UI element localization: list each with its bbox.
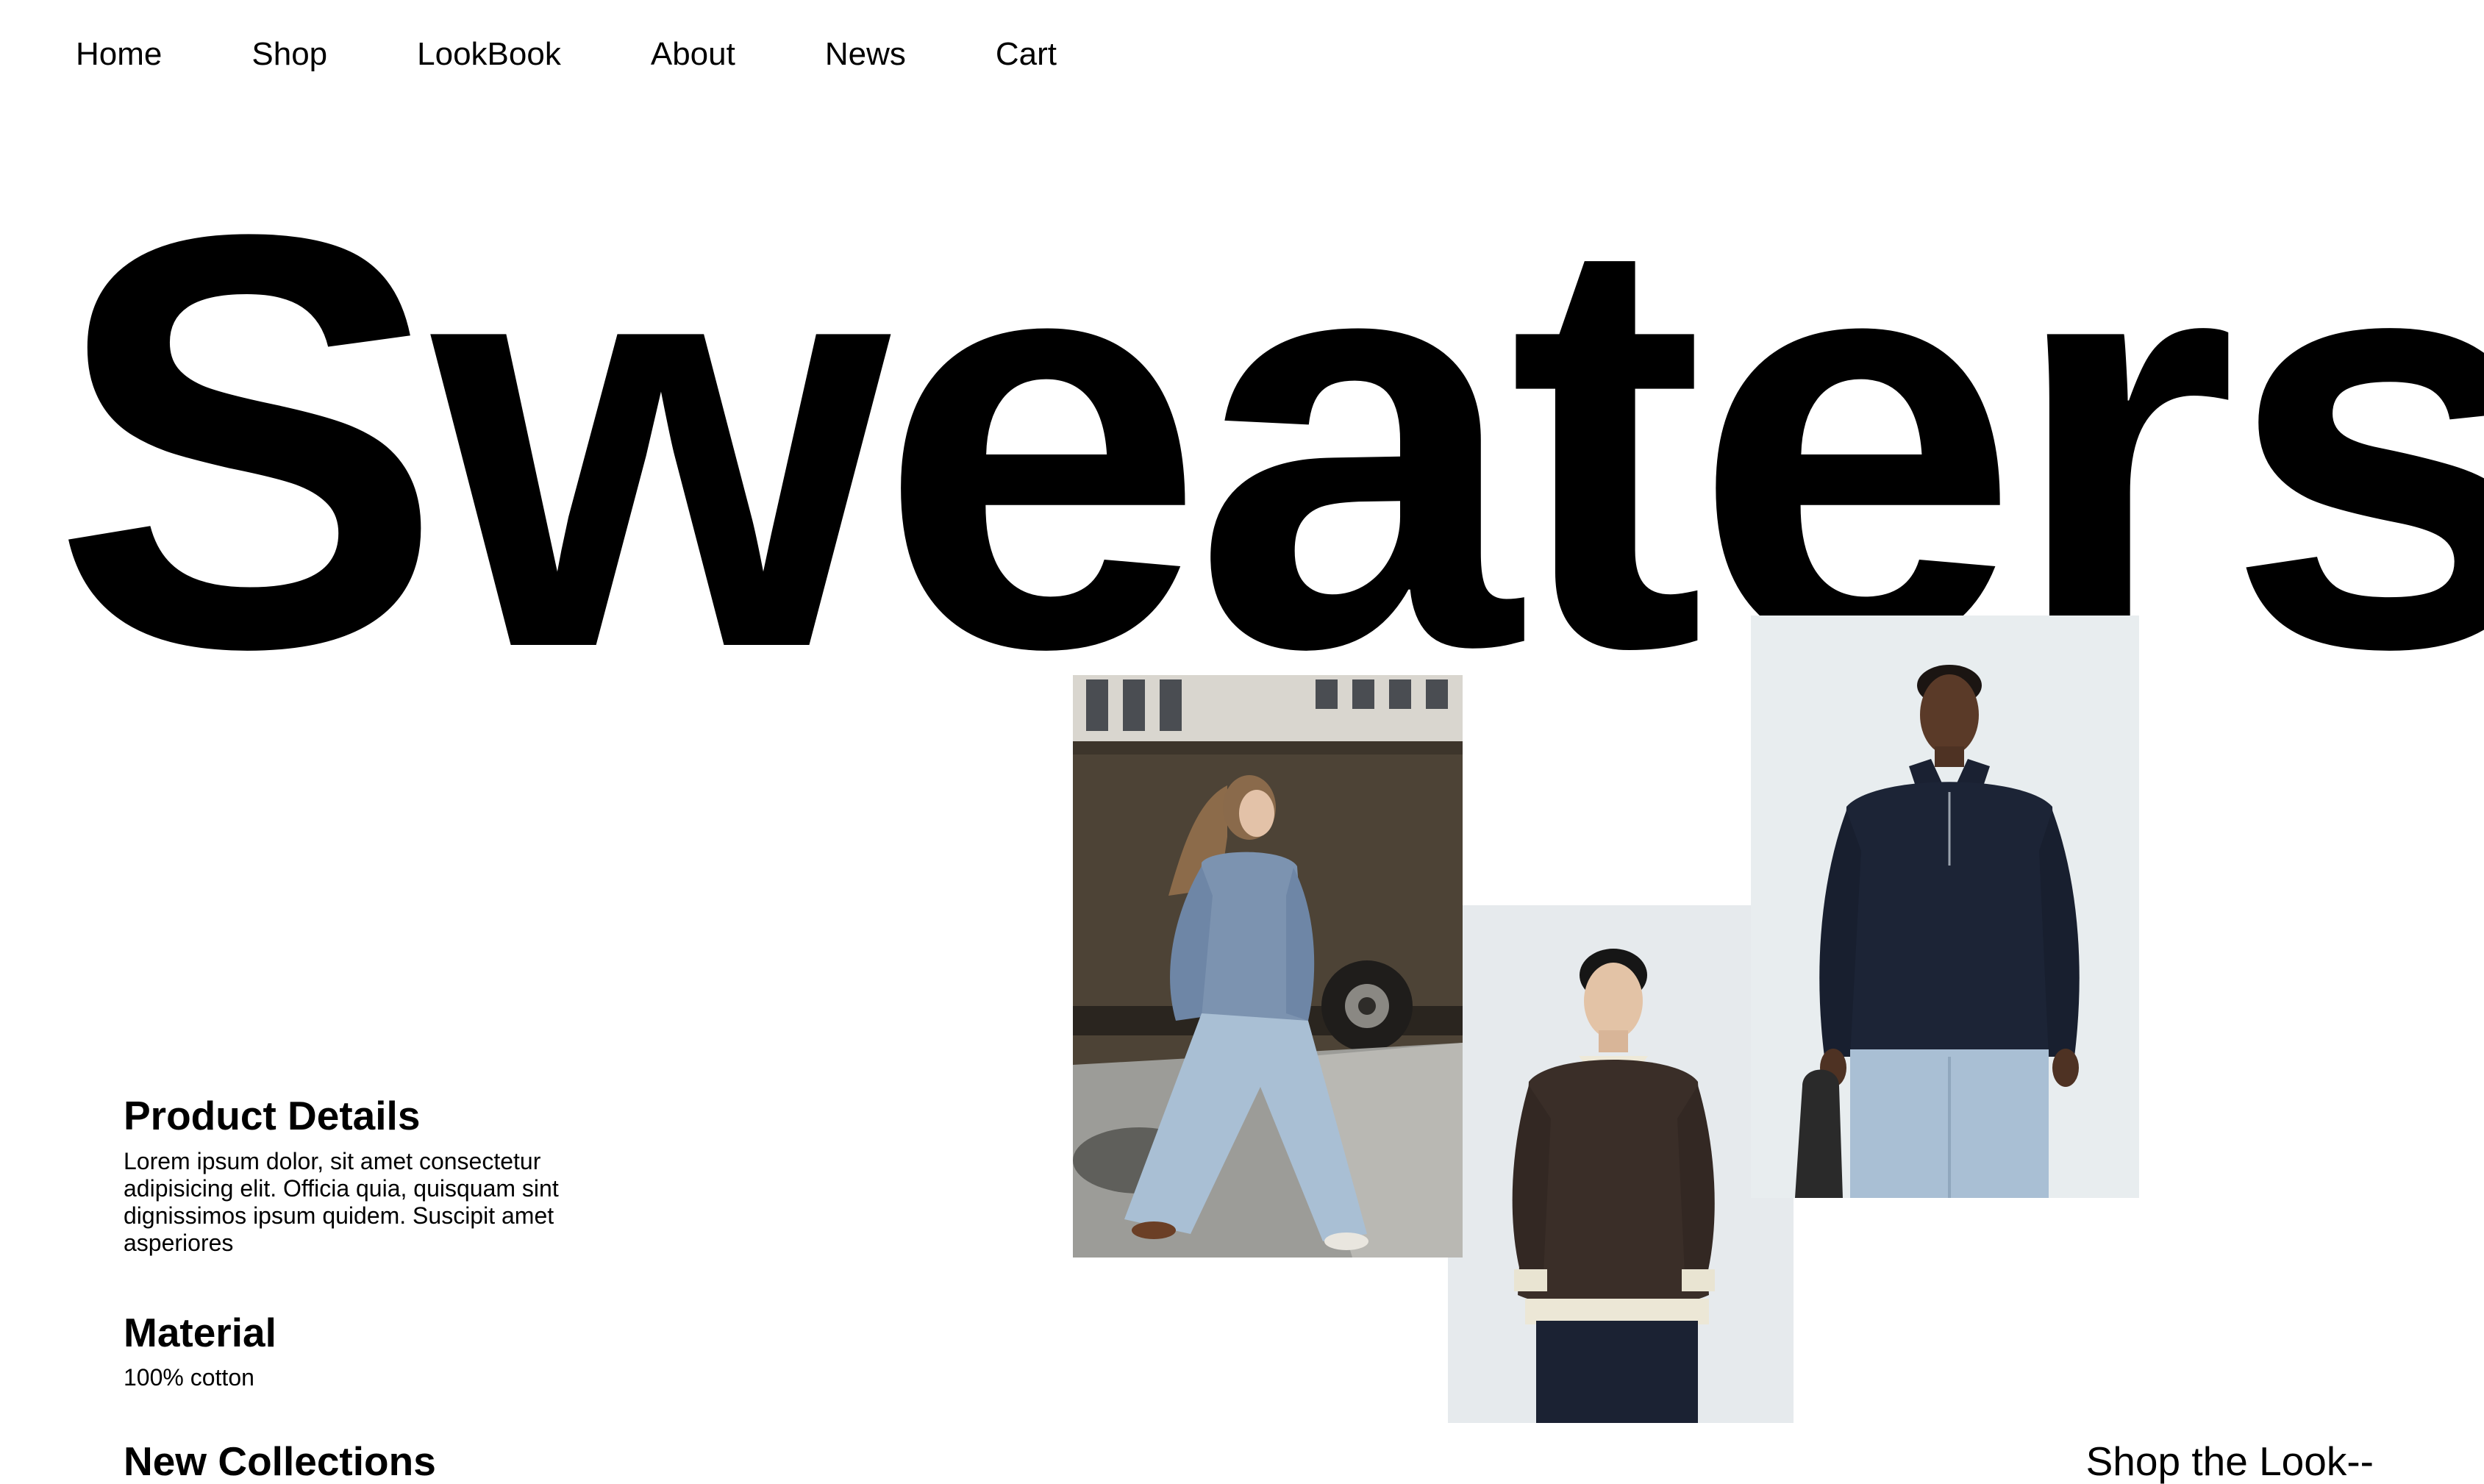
lookbook-photo-man-brown-sweater[interactable] [1448, 905, 1794, 1423]
main-nav: Home Shop LookBook About News Cart [76, 32, 1057, 76]
material-value: 100% cotton [124, 1364, 254, 1391]
lookbook-photo-man-navy-halfzip[interactable] [1751, 616, 2139, 1198]
material-heading: Material [124, 1310, 276, 1355]
nav-about-link[interactable]: About [651, 32, 735, 76]
lookbook-photo-woman-blue-sweater[interactable] [1073, 675, 1463, 1258]
nav-news-link[interactable]: News [825, 32, 906, 76]
product-details-section: Product Details Lorem ipsum dolor, sit a… [124, 1092, 594, 1257]
nav-shop-link[interactable]: Shop [251, 32, 327, 76]
new-collections-heading: New Collections [124, 1438, 436, 1484]
photo-man-navy-illustration [1751, 616, 2139, 1198]
photo-woman-illustration [1073, 675, 1463, 1258]
product-details-text: Lorem ipsum dolor, sit amet consectetur … [124, 1148, 559, 1256]
photo-man-brown-illustration [1448, 905, 1794, 1423]
nav-cart-link[interactable]: Cart [996, 32, 1057, 76]
nav-home-link[interactable]: Home [76, 32, 162, 76]
shop-the-look-link[interactable]: Shop the Look-- [2086, 1438, 2374, 1484]
material-section: Material 100% cotton [124, 1309, 276, 1391]
product-details-heading: Product Details [124, 1093, 421, 1138]
page: Home Shop LookBook About News Cart Sweat… [0, 0, 2484, 1484]
nav-lookbook-link[interactable]: LookBook [417, 32, 561, 76]
